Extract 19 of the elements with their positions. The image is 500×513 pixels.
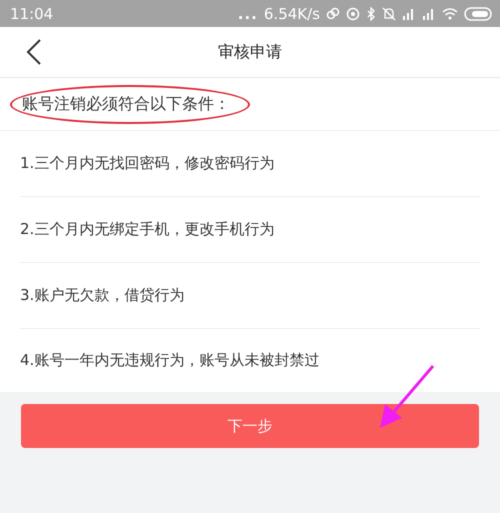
hotspot-icon xyxy=(346,6,360,20)
next-button[interactable]: 下一步 xyxy=(21,404,479,448)
condition-text: 2.三个月内无绑定手机，更改手机行为 xyxy=(20,220,274,239)
signal-icon xyxy=(402,8,416,20)
status-time: 11:04 xyxy=(10,4,54,22)
signal-icon xyxy=(422,8,436,20)
back-icon[interactable] xyxy=(26,38,42,66)
condition-text: 3.账户无欠款，借贷行为 xyxy=(20,286,184,305)
condition-text: 1.三个月内无找回密码，修改密码行为 xyxy=(20,154,274,173)
bluetooth-icon xyxy=(366,6,376,20)
battery-icon xyxy=(464,6,492,20)
condition-text: 4.账号一年内无违规行为，账号从未被封禁过 xyxy=(20,351,320,370)
network-speed: 6.54K/s xyxy=(264,4,320,22)
arrow-annotation xyxy=(380,365,434,428)
status-more: ... xyxy=(238,4,258,22)
wifi-icon xyxy=(442,8,458,20)
page-title: 审核申请 xyxy=(218,42,282,62)
mute-bell-icon xyxy=(382,6,396,20)
conditions-heading: 账号注销必须符合以下条件： xyxy=(10,84,250,124)
